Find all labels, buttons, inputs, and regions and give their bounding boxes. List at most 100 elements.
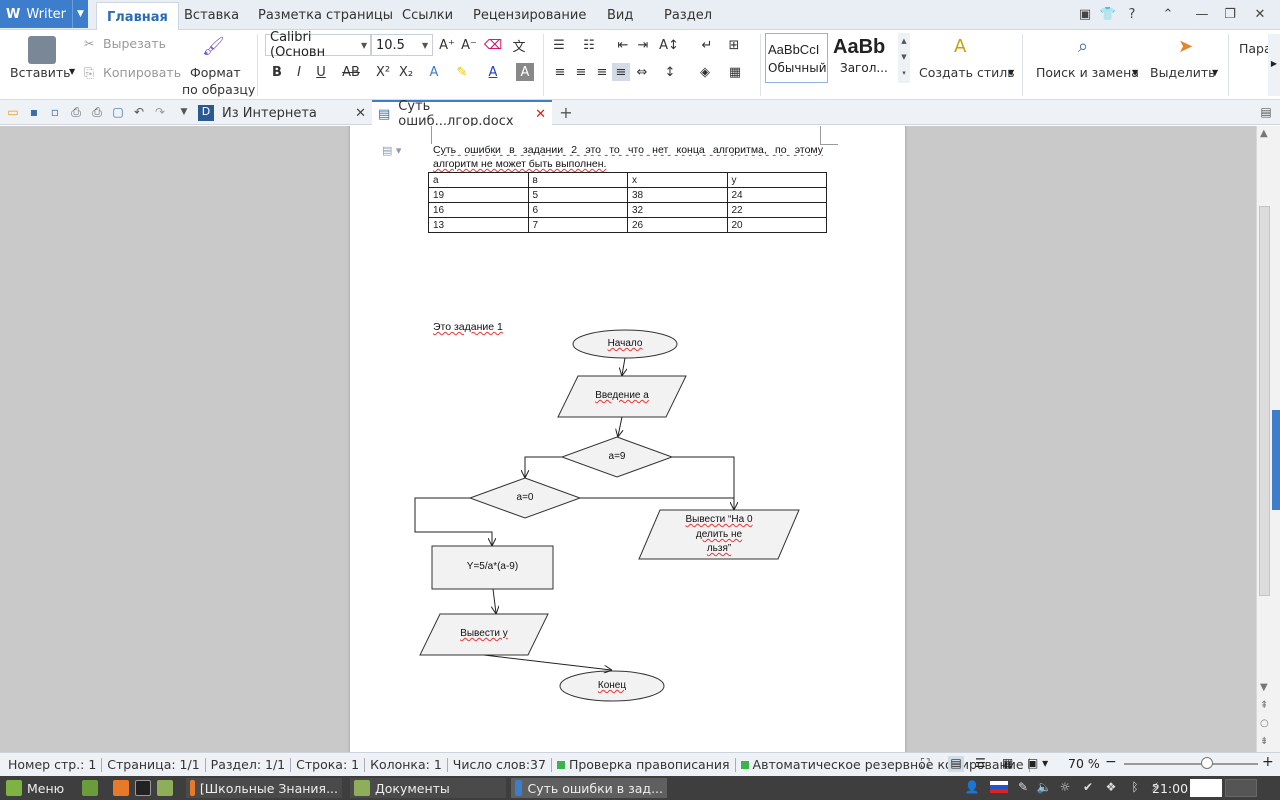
bluetooth-icon[interactable]: ᛒ (1127, 779, 1143, 795)
justify-icon[interactable]: ≡ (612, 63, 630, 81)
superscript-icon[interactable]: X² (374, 63, 392, 81)
copy-button[interactable]: Копировать (103, 65, 181, 80)
paste-button[interactable]: Вставить (10, 65, 71, 80)
chevron-down-icon[interactable]: ▼ (69, 67, 75, 76)
zoom-slider[interactable] (1124, 763, 1258, 765)
sort-icon[interactable]: ↵ (698, 36, 716, 54)
font-name-select[interactable]: Calibri (Основн ▼ (265, 30, 371, 60)
shirt-icon[interactable]: 👕 (1098, 4, 1118, 24)
close-icon[interactable]: ✕ (535, 107, 546, 122)
print-icon[interactable]: ⎙ (68, 104, 84, 120)
paragraph-group-label[interactable]: Пара (1239, 41, 1272, 56)
minimize-icon[interactable]: — (1192, 4, 1212, 24)
clipboard-icon[interactable] (28, 36, 56, 64)
tab-section[interactable]: Раздел (664, 0, 712, 30)
status-words[interactable]: Число слов:37 (448, 757, 552, 772)
cut-button[interactable]: Вырезать (103, 36, 166, 51)
task-school[interactable]: [Школьные Знания... (186, 778, 342, 798)
tab-references[interactable]: Ссылки (402, 0, 453, 30)
align-left-icon[interactable]: ≡ (551, 63, 569, 81)
chevron-down-icon[interactable]: ▼ (72, 0, 88, 28)
chevron-down-icon[interactable]: ▼ (1008, 68, 1014, 77)
close-icon[interactable]: ✕ (1250, 4, 1270, 24)
tab-view[interactable]: Вид (607, 0, 633, 30)
print-preview-icon[interactable]: ⎙ (89, 104, 105, 120)
prev-page-icon[interactable]: ⇞ (1260, 700, 1268, 711)
char-shading-icon[interactable]: A (516, 63, 534, 81)
italic-icon[interactable]: I (290, 63, 308, 81)
decrease-indent-icon[interactable]: ⇤ (614, 36, 632, 54)
shield-icon[interactable]: ✔ (1080, 779, 1096, 795)
scroll-up-icon[interactable]: ▲ (1260, 128, 1268, 139)
font-color-icon[interactable]: A (484, 63, 502, 81)
customize-qat-icon[interactable]: ▼ (176, 104, 192, 120)
dropbox-icon[interactable]: ❖ (1103, 779, 1119, 795)
chevron-down-icon[interactable]: ▼ (1212, 68, 1218, 77)
ribbon-scroll[interactable]: ▶ (1268, 34, 1280, 96)
scrollbar-thumb[interactable] (1259, 206, 1270, 596)
zoom-in-icon[interactable]: + (1262, 754, 1274, 770)
borders-icon[interactable]: ▦ (726, 63, 744, 81)
workspace-2[interactable] (1225, 779, 1257, 797)
zoom-out-icon[interactable]: − (1105, 754, 1117, 770)
export-pdf-icon[interactable]: ▢ (110, 104, 126, 120)
table-icon[interactable]: ⊞ (725, 36, 743, 54)
web-view-icon[interactable]: ▦ (1002, 756, 1013, 770)
app-menu-button[interactable]: W Writer ▼ (0, 0, 88, 28)
strikethrough-icon[interactable]: AB (342, 63, 360, 81)
skin-icon[interactable]: ▣ (1075, 4, 1095, 24)
style-heading[interactable]: AaBb Загол... (830, 33, 896, 83)
start-menu-button[interactable]: Меню (2, 778, 68, 798)
tab-list-icon[interactable]: ▤ (1258, 104, 1274, 120)
align-right-icon[interactable]: ≡ (593, 63, 611, 81)
doc-tab-current[interactable]: ▤ Суть ошиб...лгор.docx ✕ (372, 99, 552, 129)
next-page-icon[interactable]: ⇟ (1260, 736, 1268, 747)
styles-scroll[interactable]: ▲ ▼ ▾ (898, 33, 910, 83)
text-direction-icon[interactable]: A↕ (659, 36, 679, 54)
subscript-icon[interactable]: X₂ (397, 63, 415, 81)
find-replace-button[interactable]: Поиск и замена (1036, 65, 1139, 80)
brush-icon[interactable]: 🖌 (202, 36, 225, 57)
select-button[interactable]: Выделить (1150, 65, 1216, 80)
numbering-icon[interactable]: ☷ (580, 36, 598, 54)
clear-format-icon[interactable]: ⌫ (484, 36, 502, 54)
task-documents[interactable]: Документы (350, 778, 506, 798)
side-panel-toggle[interactable] (1272, 410, 1280, 510)
keyboard-layout-icon[interactable] (990, 781, 1008, 793)
highlight-icon[interactable]: ✎ (453, 63, 471, 81)
brightness-icon[interactable]: ☼ (1057, 779, 1073, 795)
select-browse-icon[interactable]: ○ (1260, 718, 1269, 729)
files-launcher[interactable] (153, 778, 182, 798)
format-painter-button[interactable]: Формат (190, 65, 241, 80)
grow-font-icon[interactable]: A⁺ (438, 36, 456, 54)
outline-view-icon[interactable]: ☰ (975, 756, 986, 770)
workspace-1[interactable] (1190, 779, 1222, 797)
underline-icon[interactable]: U (312, 63, 330, 81)
line-spacing-icon[interactable]: ↕ (661, 63, 679, 81)
collapse-ribbon-icon[interactable]: ⌃ (1158, 4, 1178, 24)
paragraph-shading-icon[interactable]: ◈ (696, 63, 714, 81)
clock[interactable]: 21:00 (1152, 778, 1192, 798)
restore-icon[interactable]: ❐ (1220, 4, 1240, 24)
zoom-level[interactable]: 70 % (1068, 756, 1100, 771)
fullscreen-icon[interactable]: ⛶ (921, 756, 937, 772)
text-effect-icon[interactable]: A (425, 63, 443, 81)
reading-view-icon[interactable]: ▣ ▾ (1027, 756, 1048, 770)
save-as-icon[interactable]: ▫ (47, 104, 63, 120)
tab-page-layout[interactable]: Разметка страницы (258, 0, 393, 30)
shrink-font-icon[interactable]: A⁻ (460, 36, 478, 54)
create-style-button[interactable]: Создать стиль (919, 65, 1015, 80)
bold-icon[interactable]: B (268, 63, 286, 81)
status-spellcheck[interactable]: Проверка правописания (552, 757, 736, 772)
vertical-scrollbar[interactable]: ▲ ▼ ⇞ ○ ⇟ (1256, 126, 1272, 752)
scroll-down-icon[interactable]: ▼ (1260, 682, 1268, 693)
bullets-icon[interactable]: ☰ (550, 36, 568, 54)
tab-insert[interactable]: Вставка (184, 0, 239, 30)
redo-icon[interactable]: ↷ (152, 104, 168, 120)
status-page[interactable]: Страница: 1/1 (102, 757, 206, 772)
chevron-down-icon[interactable]: ▼ (1132, 68, 1138, 77)
align-center-icon[interactable]: ≡ (572, 63, 590, 81)
phonetic-icon[interactable]: 文 (510, 36, 528, 55)
tab-review[interactable]: Рецензирование (473, 0, 586, 30)
task-writer[interactable]: Суть ошибки в зад... (511, 778, 667, 798)
